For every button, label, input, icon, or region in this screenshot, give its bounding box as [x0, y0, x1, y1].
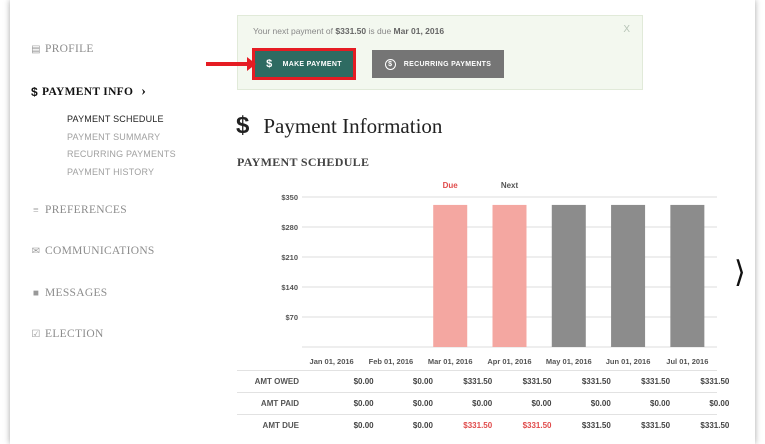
x-tick-label: Jan 01, 2016 [310, 357, 354, 366]
table-cell: $331.50 [522, 377, 552, 386]
x-tick-label: Jul 01, 2016 [666, 357, 708, 366]
table-cell: $331.50 [581, 421, 611, 430]
chart-bar [611, 204, 646, 347]
app-frame: ▤ PROFILE $ PAYMENT INFO › PAYMENT SCHED… [10, 0, 755, 444]
x-tick-label: Feb 01, 2016 [369, 357, 414, 366]
chart-bar [670, 204, 705, 347]
table-cell: $331.50 [700, 377, 730, 386]
table-cell: $0.00 [709, 399, 730, 408]
y-tick-label: $70 [285, 313, 298, 322]
table-cell: $0.00 [353, 399, 374, 408]
x-tick-label: May 01, 2016 [546, 357, 592, 366]
table-row: AMT DUE $0.00 $0.00 $331.50 $331.50 $331.50 $3… [237, 414, 729, 436]
y-tick-label: $140 [281, 283, 298, 292]
x-tick-label: Apr 01, 2016 [487, 357, 531, 366]
y-tick-label: $350 [281, 193, 298, 202]
table-cell: $0.00 [412, 377, 433, 386]
table-cell: $0.00 [472, 399, 493, 408]
table-cell: $0.00 [650, 399, 671, 408]
y-tick-label: $280 [281, 223, 298, 232]
table-cell: $331.50 [581, 377, 611, 386]
table-row: AMT PAID $0.00 $0.00 $0.00 $0.00 $0.00 $0.00 $0… [237, 392, 729, 414]
table-cell: $331.50 [522, 421, 552, 430]
table-cell: $331.50 [641, 377, 671, 386]
table-cell: $0.00 [412, 421, 433, 430]
chart-bar [551, 204, 586, 347]
row-label: AMT DUE [262, 421, 299, 430]
table-cell: $0.00 [353, 377, 374, 386]
chart-bar [433, 204, 468, 347]
y-tick-label: $210 [281, 253, 298, 262]
x-tick-label: Mar 01, 2016 [428, 357, 473, 366]
table-cell: $0.00 [590, 399, 611, 408]
table-cell: $0.00 [412, 399, 433, 408]
row-label: AMT PAID [260, 399, 299, 408]
table-cell: $331.50 [463, 377, 493, 386]
row-label: AMT OWED [254, 377, 299, 386]
table-cell: $331.50 [700, 421, 730, 430]
table-cell: $0.00 [353, 421, 374, 430]
table-row: AMT OWED $0.00 $0.00 $331.50 $331.50 $331.50 $… [237, 370, 729, 392]
bar-marker-label: Next [501, 181, 519, 190]
chart-bar [492, 204, 527, 347]
table-cell: $0.00 [531, 399, 552, 408]
table-cell: $331.50 [641, 421, 671, 430]
table-cell: $331.50 [463, 421, 493, 430]
chevron-right-icon[interactable]: ⟩ [734, 255, 746, 290]
bar-marker-label: Due [443, 181, 459, 190]
x-tick-label: Jun 01, 2016 [606, 357, 651, 366]
